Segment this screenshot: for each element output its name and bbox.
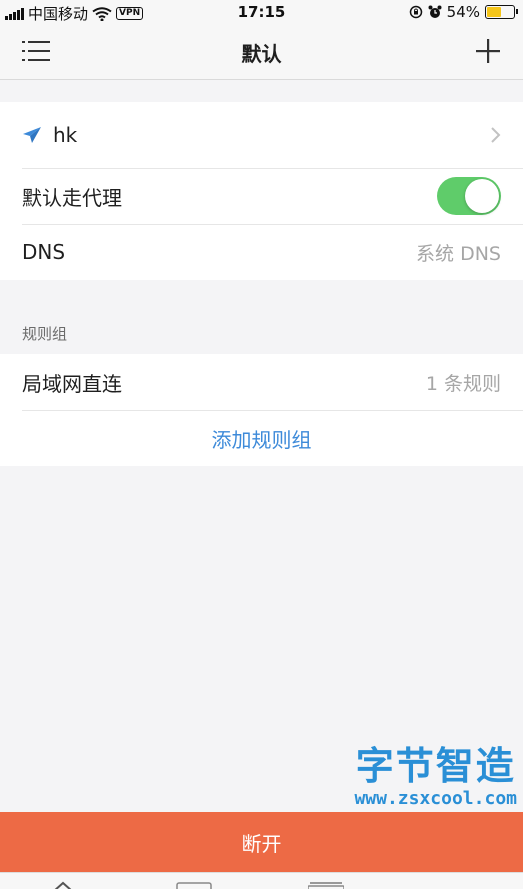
rule-groups-section-label: 规则组: [22, 325, 68, 343]
default-proxy-label: 默认走代理: [22, 185, 122, 210]
chevron-right-icon: [491, 127, 501, 143]
dns-row[interactable]: DNS 系统 DNS: [0, 224, 523, 280]
status-right: 54%: [409, 3, 518, 21]
dns-label: DNS: [22, 240, 66, 264]
home-icon[interactable]: [52, 881, 74, 889]
status-bar: 中国移动 VPN 17:15 54%: [0, 0, 523, 24]
navigation-bar: 默认: [0, 24, 523, 80]
toggle-knob: [465, 179, 499, 213]
tab-bar: [0, 872, 523, 889]
server-name: hk: [53, 123, 78, 147]
add-rule-group-label: 添加规则组: [211, 427, 312, 452]
rule-group-label: 局域网直连: [22, 371, 122, 396]
disconnect-label: 断开: [241, 831, 282, 856]
page-title: 默认: [241, 42, 282, 66]
watermark-url: www.zsxcool.com: [354, 788, 517, 809]
alarm-icon: [428, 5, 442, 18]
default-proxy-toggle[interactable]: [437, 177, 501, 215]
paper-plane-icon: [23, 127, 41, 143]
battery-icon: [485, 5, 518, 19]
config-tab-icon[interactable]: [176, 881, 212, 889]
rule-group-count: 1 条规则: [425, 372, 501, 395]
rule-groups-card: 局域网直连 1 条规则 添加规则组: [0, 354, 523, 466]
rule-group-row[interactable]: 局域网直连 1 条规则: [0, 354, 523, 410]
disconnect-button[interactable]: 断开: [0, 812, 523, 872]
main-settings-group: hk 默认走代理 DNS 系统 DNS: [0, 102, 523, 280]
server-row[interactable]: hk: [0, 102, 523, 168]
battery-fill: [487, 7, 502, 17]
plus-icon[interactable]: [475, 38, 501, 64]
dns-value: 系统 DNS: [416, 242, 501, 265]
rotation-lock-icon: [409, 5, 422, 19]
add-rule-group-button[interactable]: 添加规则组: [0, 410, 523, 466]
stack-tab-icon[interactable]: [308, 881, 344, 889]
watermark-logo: 字节智造 www.zsxcool.com: [354, 744, 517, 809]
battery-percent: 54%: [446, 3, 480, 21]
default-proxy-row: 默认走代理: [0, 168, 523, 224]
watermark-title: 字节智造: [355, 744, 516, 788]
